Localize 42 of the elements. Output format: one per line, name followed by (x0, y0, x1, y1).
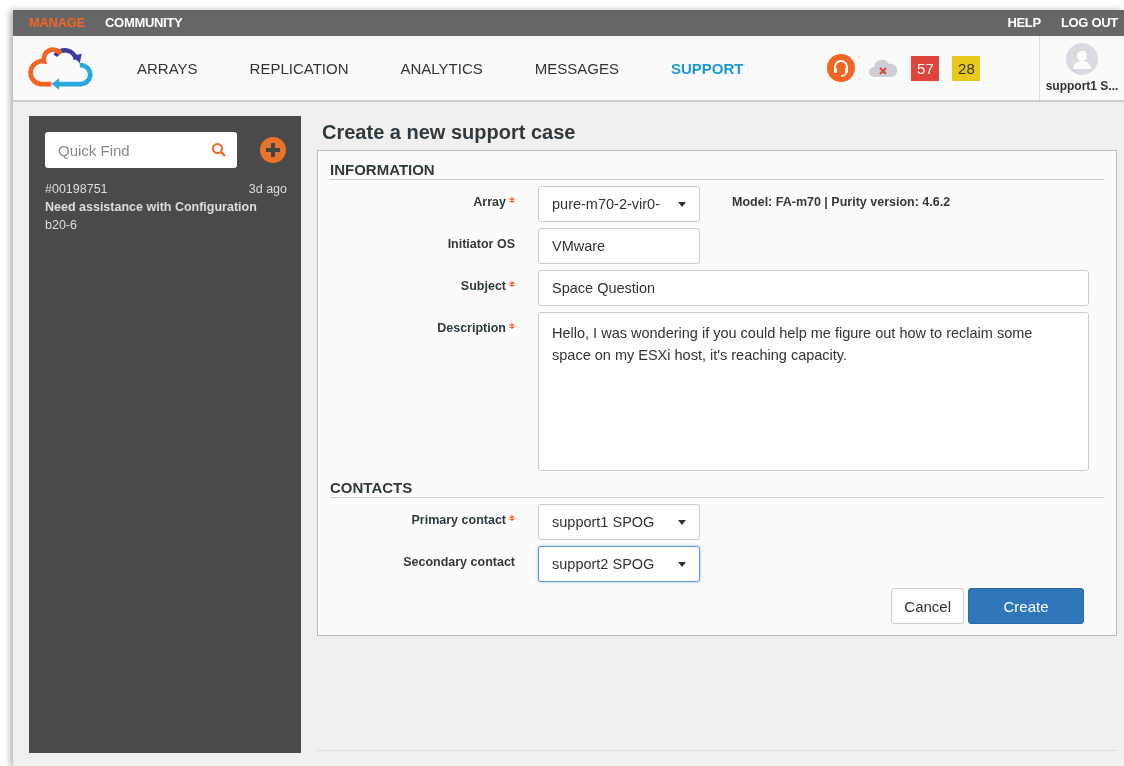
create-button[interactable]: Create (968, 588, 1084, 624)
count-badge[interactable]: 28 (952, 55, 981, 81)
user-name[interactable]: support1 S... (1045, 79, 1119, 93)
add-icon[interactable] (259, 136, 287, 164)
array-info: Model: FA-m70 | Purity version: 4.6.2 (732, 194, 951, 209)
top-link[interactable]: COMMUNITY (105, 15, 183, 31)
top-link[interactable]: LOG OUT (1060, 15, 1118, 31)
caret-icon (678, 201, 686, 207)
case-title: Need assistance with Configuration (45, 199, 258, 216)
field-label: Description (437, 321, 506, 335)
case-number: #00198751 (45, 181, 108, 198)
case-item[interactable]: #00198751 3d ago Need assistance with Configuration b20-6 (45, 180, 287, 234)
top-link[interactable]: HELP (1007, 15, 1041, 31)
nav-tab[interactable]: REPLICATION (249, 59, 349, 77)
headset-icon[interactable] (827, 54, 856, 82)
cancel-button[interactable]: Cancel (891, 588, 964, 624)
field-label: Initiator OS (447, 237, 515, 251)
field-label: Subject (460, 279, 506, 293)
text-area[interactable]: Hello, I was wondering if you could help me figure out how to reclaim some space on my ESXi host, it's reaching capacity. (538, 312, 1089, 471)
page-title: Create a new support case (322, 121, 577, 144)
nav-tab[interactable]: ANALYTICS (400, 59, 483, 77)
nav-tab[interactable]: ARRAYS (137, 59, 198, 77)
input-field[interactable]: VMware (538, 228, 700, 264)
caret-icon (678, 519, 686, 525)
search-field[interactable]: Quick Find (45, 132, 237, 168)
caret-icon (678, 561, 686, 567)
field-label: Secondary contact (403, 555, 515, 569)
count-badge[interactable]: 57 (911, 55, 940, 81)
section-title: INFORMATION (330, 161, 1104, 180)
field-label: Primary contact (411, 513, 506, 527)
case-array: b20-6 (45, 217, 78, 234)
dropdown-field[interactable]: support1 SPOG (538, 504, 700, 540)
nav-tab[interactable]: MESSAGES (534, 59, 619, 77)
cloud-error-icon[interactable] (868, 57, 899, 79)
field-label: Array (473, 195, 506, 209)
input-field[interactable]: Space Question (538, 270, 1089, 306)
dropdown-field[interactable]: pure-m70-2-vir0- (538, 186, 700, 222)
case-age: 3d ago (248, 181, 287, 198)
search-icon[interactable] (211, 142, 227, 158)
section-title: CONTACTS (330, 479, 1104, 498)
cloud-logo-icon[interactable] (27, 46, 93, 90)
dropdown-field[interactable]: support2 SPOG (538, 546, 700, 582)
